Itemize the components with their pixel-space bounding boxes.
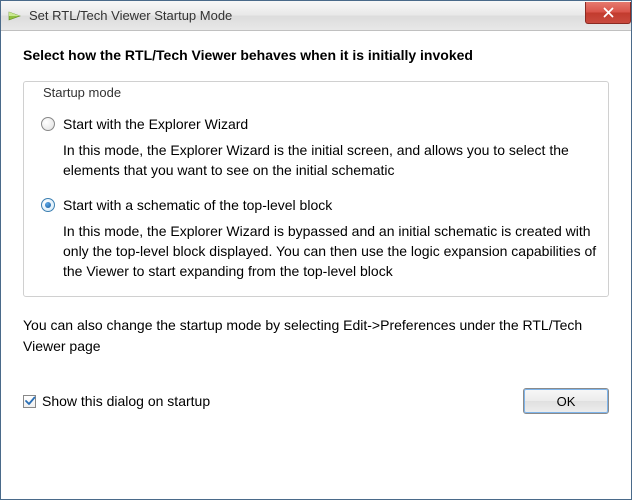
radio-explorer-wizard[interactable] [41,117,55,131]
groupbox-label: Startup mode [39,85,125,100]
app-icon [7,8,23,24]
checkmark-icon [24,395,36,407]
dialog-heading: Select how the RTL/Tech Viewer behaves w… [23,47,609,63]
option-top-level-schematic: Start with a schematic of the top-level … [35,197,597,282]
close-icon [603,7,614,18]
titlebar: Set RTL/Tech Viewer Startup Mode [1,1,631,31]
show-on-startup-checkbox[interactable] [23,395,36,408]
dialog-content: Select how the RTL/Tech Viewer behaves w… [1,31,631,499]
window-title: Set RTL/Tech Viewer Startup Mode [29,8,585,23]
option-label: Start with a schematic of the top-level … [63,197,332,213]
show-on-startup-row: Show this dialog on startup [23,393,210,409]
radio-top-level-schematic[interactable] [41,198,55,212]
show-on-startup-label: Show this dialog on startup [42,393,210,409]
ok-button[interactable]: OK [523,388,609,414]
option-description: In this mode, the Explorer Wizard is byp… [41,221,597,282]
option-explorer-wizard: Start with the Explorer Wizard In this m… [35,116,597,181]
dialog-window: Set RTL/Tech Viewer Startup Mode Select … [0,0,632,500]
dialog-footer: Show this dialog on startup OK [23,388,609,414]
startup-mode-groupbox: Startup mode Start with the Explorer Wiz… [23,73,609,297]
option-label: Start with the Explorer Wizard [63,116,248,132]
preferences-note: You can also change the startup mode by … [23,315,609,356]
close-button[interactable] [585,2,631,24]
option-description: In this mode, the Explorer Wizard is the… [41,140,597,181]
